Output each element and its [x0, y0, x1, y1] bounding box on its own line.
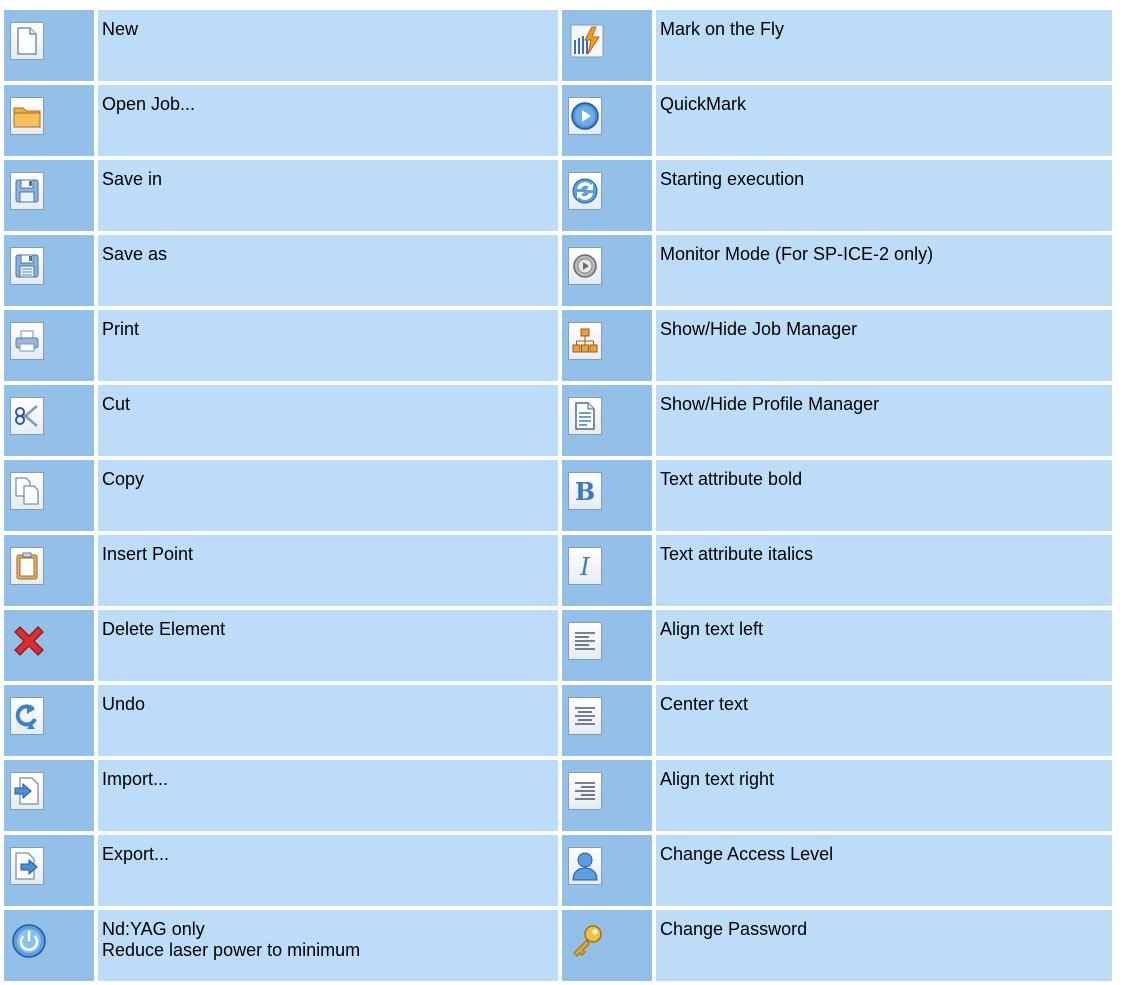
red-x-icon[interactable] [10, 622, 48, 660]
table-row: Open Job... QuickMark [4, 85, 1112, 156]
tool-label: Show/Hide Job Manager [656, 310, 1112, 381]
table-row: Undo Center text [4, 685, 1112, 756]
tool-label: Undo [98, 685, 558, 756]
tool-label-line-2: Reduce laser power to minimum [102, 940, 361, 960]
scissors-icon[interactable] [10, 397, 44, 435]
table-row: Cut Show/Hide Profile Manager [4, 385, 1112, 456]
icon-cell [4, 760, 94, 831]
icon-cell [562, 235, 652, 306]
toolbar-reference-table: New Mark on the Fly Open Job... QuickMar… [0, 6, 1116, 985]
table-row: Save as Monitor Mode (For SP-ICE-2 only) [4, 235, 1112, 306]
tool-label: Save as [98, 235, 558, 306]
icon-cell: B [562, 460, 652, 531]
tool-label: Align text left [656, 610, 1112, 681]
tool-label: Copy [98, 460, 558, 531]
tool-label: Change Access Level [656, 835, 1112, 906]
tool-label: Export... [98, 835, 558, 906]
save-floppy-icon[interactable] [10, 172, 44, 210]
table-row: Export... Change Access Level [4, 835, 1112, 906]
tool-label: Insert Point [98, 535, 558, 606]
tool-label: Align text right [656, 760, 1112, 831]
icon-cell [562, 610, 652, 681]
tool-label: Import... [98, 760, 558, 831]
align-center-icon[interactable] [568, 697, 602, 735]
tool-label: Nd:YAG only Reduce laser power to minimu… [98, 910, 558, 981]
tool-label: Change Password [656, 910, 1112, 981]
icon-cell [4, 85, 94, 156]
icon-cell [4, 310, 94, 381]
lightning-barcode-icon[interactable] [568, 22, 606, 60]
icon-cell [562, 760, 652, 831]
import-icon[interactable] [10, 772, 44, 810]
icon-cell [562, 385, 652, 456]
icon-cell [562, 85, 652, 156]
italic-icon[interactable]: I [568, 547, 602, 585]
icon-cell [4, 385, 94, 456]
svg-text:B: B [575, 477, 595, 505]
printer-icon[interactable] [10, 322, 44, 360]
tool-label: Mark on the Fly [656, 10, 1112, 81]
open-folder-icon[interactable] [10, 97, 44, 135]
icon-cell [4, 535, 94, 606]
icon-cell [4, 610, 94, 681]
copy-icon[interactable] [10, 472, 44, 510]
tool-label: Open Job... [98, 85, 558, 156]
icon-cell [4, 835, 94, 906]
tool-label: Save in [98, 160, 558, 231]
new-document-icon[interactable] [10, 22, 44, 60]
tool-label: Text attribute bold [656, 460, 1112, 531]
table-row: Nd:YAG only Reduce laser power to minimu… [4, 910, 1112, 981]
tool-label: Starting execution [656, 160, 1112, 231]
undo-icon[interactable] [10, 697, 44, 735]
bold-icon[interactable]: B [568, 472, 602, 510]
icon-cell [562, 10, 652, 81]
icon-cell [562, 685, 652, 756]
profile-document-icon[interactable] [568, 397, 602, 435]
play-circle-icon[interactable] [568, 97, 602, 135]
save-as-floppy-icon[interactable] [10, 247, 44, 285]
export-icon[interactable] [10, 847, 44, 885]
table-row: Import... Align text right [4, 760, 1112, 831]
icon-cell [4, 160, 94, 231]
tool-label: Show/Hide Profile Manager [656, 385, 1112, 456]
power-icon[interactable] [10, 922, 48, 960]
icon-cell [4, 685, 94, 756]
icon-cell [562, 910, 652, 981]
org-chart-icon[interactable] [568, 322, 602, 360]
tool-label-line-1: Nd:YAG only [102, 919, 205, 939]
table-row: Print Show/Hide Job Manager [4, 310, 1112, 381]
tool-label: Cut [98, 385, 558, 456]
clipboard-icon[interactable] [10, 547, 44, 585]
icon-cell [562, 310, 652, 381]
align-left-icon[interactable] [568, 622, 602, 660]
tool-label: Monitor Mode (For SP-ICE-2 only) [656, 235, 1112, 306]
icon-cell [562, 160, 652, 231]
icon-cell [562, 835, 652, 906]
user-icon[interactable] [568, 847, 602, 885]
tool-label: Print [98, 310, 558, 381]
table-row: Insert Point I Text attribute italics [4, 535, 1112, 606]
tool-label: Center text [656, 685, 1112, 756]
refresh-execution-icon[interactable] [568, 172, 602, 210]
table-row: New Mark on the Fly [4, 10, 1112, 81]
table-row: Delete Element Align text left [4, 610, 1112, 681]
tool-label: QuickMark [656, 85, 1112, 156]
key-icon[interactable] [568, 922, 606, 960]
svg-text:I: I [579, 553, 590, 580]
icon-cell: I [562, 535, 652, 606]
table-row: Copy B Text attribute bold [4, 460, 1112, 531]
table-row: Save in Starting execution [4, 160, 1112, 231]
align-right-icon[interactable] [568, 772, 602, 810]
monitor-mode-icon[interactable] [568, 247, 602, 285]
tool-label: New [98, 10, 558, 81]
icon-cell [4, 460, 94, 531]
tool-label: Text attribute italics [656, 535, 1112, 606]
icon-cell [4, 235, 94, 306]
icon-cell [4, 10, 94, 81]
tool-label: Delete Element [98, 610, 558, 681]
icon-cell [4, 910, 94, 981]
